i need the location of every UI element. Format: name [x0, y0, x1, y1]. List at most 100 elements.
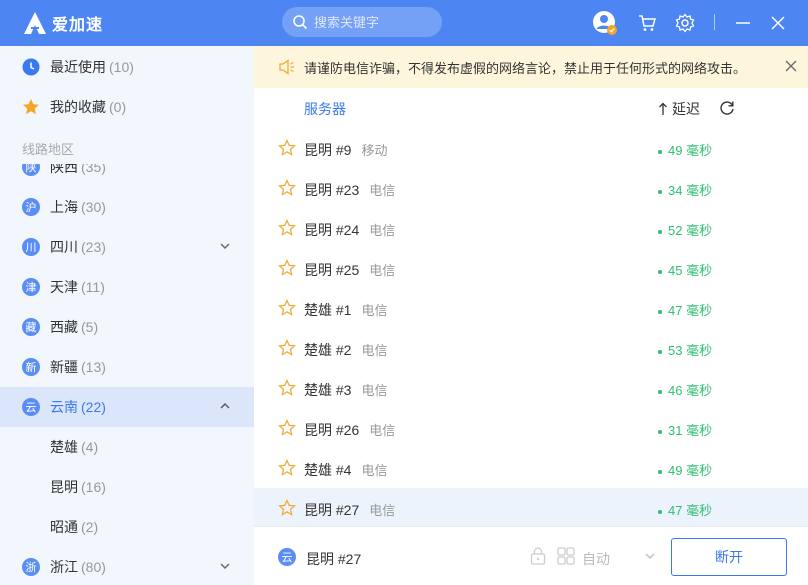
chevron-up-icon[interactable] [218, 399, 232, 413]
favorite-star-icon[interactable] [278, 459, 296, 477]
server-row[interactable]: 昆明 #25 电信 45 毫秒 [254, 248, 808, 288]
sidebar-item-label: 楚雄 [50, 439, 78, 455]
region-badge: 津 [22, 278, 40, 296]
favorite-star-icon[interactable] [278, 499, 296, 517]
mode-select-value[interactable]: 自动 [582, 549, 610, 569]
favorite-star-icon[interactable] [278, 419, 296, 437]
region-badge: 新 [22, 358, 40, 376]
latency-value: 49 毫秒 [668, 463, 713, 478]
sidebar-item-zhejiang[interactable]: 浙 浙江 (80) [0, 547, 254, 585]
region-badge: 陕 [22, 164, 40, 176]
server-isp: 电信 [361, 343, 388, 358]
sidebar-subitem-chuxiong[interactable]: 楚雄 (4) [0, 427, 254, 467]
sidebar-item-label: 西藏 [50, 319, 78, 335]
server-row[interactable]: 昆明 #26 电信 31 毫秒 [254, 408, 808, 448]
latency-dot [658, 189, 662, 194]
favorite-star-icon[interactable] [278, 339, 296, 357]
sidebar-item-count: (2) [81, 519, 99, 535]
server-row[interactable]: 楚雄 #2 电信 53 毫秒 [254, 328, 808, 368]
section-label-regions: 线路地区 [22, 142, 75, 157]
latency-dot [658, 429, 662, 434]
latency-value: 45 毫秒 [668, 263, 713, 278]
user-avatar-button[interactable] [592, 10, 618, 36]
sidebar-item-tibet[interactable]: 藏 西藏 (5) [0, 307, 254, 347]
sidebar-item-label: 浙江 [50, 559, 78, 575]
column-header-server[interactable]: 服务器 [304, 99, 346, 119]
sidebar-item-label: 昆明 [50, 479, 78, 495]
server-row[interactable]: 昆明 #24 电信 52 毫秒 [254, 208, 808, 248]
server-latency: 34 毫秒 [658, 180, 712, 199]
server-isp: 电信 [361, 383, 388, 398]
server-row[interactable]: 楚雄 #1 电信 47 毫秒 [254, 288, 808, 328]
sidebar-item-count: (5) [81, 319, 99, 335]
sidebar-item-favorites[interactable]: 我的收藏 (0) [0, 87, 254, 127]
title-bar: 爱加速 [0, 0, 808, 46]
server-name: 昆明 #23 [304, 182, 360, 198]
sidebar-item-tianjin[interactable]: 津 天津 (11) [0, 267, 254, 307]
server-row-selected[interactable]: 昆明 #27 电信 47 毫秒 [254, 488, 808, 528]
close-icon[interactable] [784, 59, 798, 73]
sidebar-item-count: (23) [81, 239, 106, 255]
favorite-star-icon[interactable] [278, 179, 296, 197]
disconnect-button[interactable]: 断开 [671, 538, 787, 576]
favorite-star-icon[interactable] [278, 259, 296, 277]
cart-button[interactable] [634, 10, 660, 36]
favorite-star-icon[interactable] [278, 299, 296, 317]
server-row[interactable]: 楚雄 #4 电信 49 毫秒 [254, 448, 808, 488]
sidebar-item-count: (30) [81, 199, 106, 215]
server-latency: 47 毫秒 [658, 500, 712, 519]
close-window-button[interactable] [765, 10, 791, 36]
latency-dot [658, 229, 662, 234]
titlebar-divider [714, 14, 715, 30]
sidebar-item-yunnan[interactable]: 云 云南 (22) [0, 387, 254, 427]
server-name: 楚雄 #2 [304, 342, 352, 358]
sidebar-item-count: (13) [81, 359, 106, 375]
latency-dot [658, 349, 662, 354]
column-header-latency[interactable]: 延迟 [658, 99, 700, 119]
server-row[interactable]: 昆明 #9 移动 49 毫秒 [254, 128, 808, 168]
latency-dot [658, 309, 662, 314]
search-box[interactable] [282, 7, 442, 37]
chevron-down-icon[interactable] [644, 550, 656, 562]
user-avatar-icon [593, 11, 617, 35]
region-badge: 浙 [22, 558, 40, 576]
latency-value: 53 毫秒 [668, 343, 713, 358]
sidebar-item-count: (4) [81, 439, 99, 455]
server-isp: 电信 [369, 183, 396, 198]
latency-value: 49 毫秒 [668, 143, 713, 158]
current-server-name: 昆明 #27 [306, 551, 362, 567]
refresh-icon[interactable] [718, 99, 736, 117]
minimize-button[interactable] [730, 10, 756, 36]
favorite-star-icon[interactable] [278, 219, 296, 237]
server-row[interactable]: 昆明 #23 电信 34 毫秒 [254, 168, 808, 208]
server-latency: 46 毫秒 [658, 380, 712, 399]
chevron-down-icon[interactable] [218, 239, 232, 253]
sidebar-subitem-kunming[interactable]: 昆明 (16) [0, 467, 254, 507]
notice-banner: 请谨防电信诈骗，不得发布虚假的网络言论，禁止用于任何形式的网络攻击。 [254, 46, 808, 88]
latency-value: 34 毫秒 [668, 183, 713, 198]
sidebar-item-label: 最近使用 [50, 59, 106, 75]
region-badge: 川 [22, 238, 40, 256]
lock-icon[interactable] [529, 546, 547, 566]
sort-up-arrow-icon [659, 102, 667, 115]
app-name: 爱加速 [52, 17, 104, 34]
sidebar-item-recent[interactable]: 最近使用 (10) [0, 47, 254, 87]
sidebar-subitem-zhaotong[interactable]: 昭通 (2) [0, 507, 254, 547]
chevron-down-icon[interactable] [218, 559, 232, 573]
server-latency: 49 毫秒 [658, 460, 712, 479]
search-input[interactable] [314, 14, 434, 30]
clock-icon [22, 58, 40, 76]
sidebar-item-sichuan[interactable]: 川 四川 (23) [0, 227, 254, 267]
sidebar-item-shanghai[interactable]: 沪 上海 (30) [0, 187, 254, 227]
gear-icon [675, 13, 695, 33]
server-name: 楚雄 #3 [304, 382, 352, 398]
sidebar-item-count: (0) [109, 99, 127, 115]
server-list-header: 服务器 延迟 [254, 88, 808, 128]
favorite-star-icon[interactable] [278, 139, 296, 157]
grid-icon[interactable] [556, 546, 576, 566]
server-row[interactable]: 楚雄 #3 电信 46 毫秒 [254, 368, 808, 408]
sidebar-item-xinjiang[interactable]: 新 新疆 (13) [0, 347, 254, 387]
settings-button[interactable] [672, 10, 698, 36]
server-latency: 31 毫秒 [658, 420, 712, 439]
favorite-star-icon[interactable] [278, 379, 296, 397]
